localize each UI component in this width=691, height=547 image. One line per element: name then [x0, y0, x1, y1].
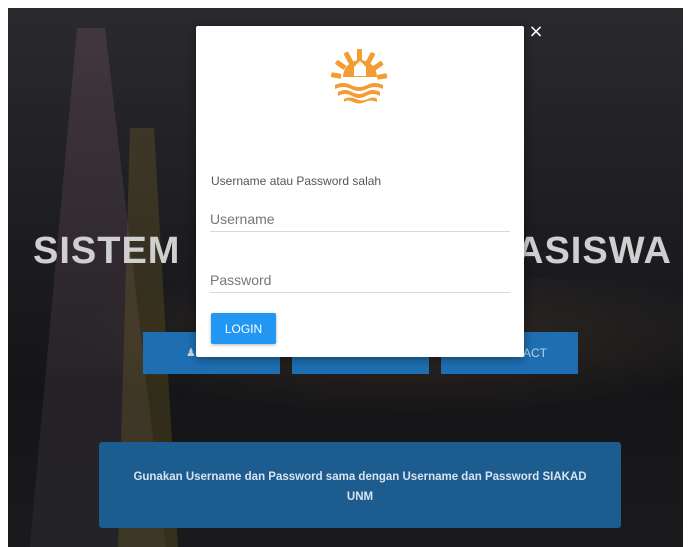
password-input[interactable]	[210, 268, 510, 293]
error-message: Username atau Password salah	[211, 174, 382, 188]
login-button[interactable]: LOGIN	[211, 313, 276, 344]
username-input[interactable]	[210, 207, 510, 232]
close-icon[interactable]: ×	[528, 22, 544, 42]
login-modal: Username atau Password salah LOGIN	[196, 26, 524, 357]
university-logo-icon	[330, 49, 388, 104]
